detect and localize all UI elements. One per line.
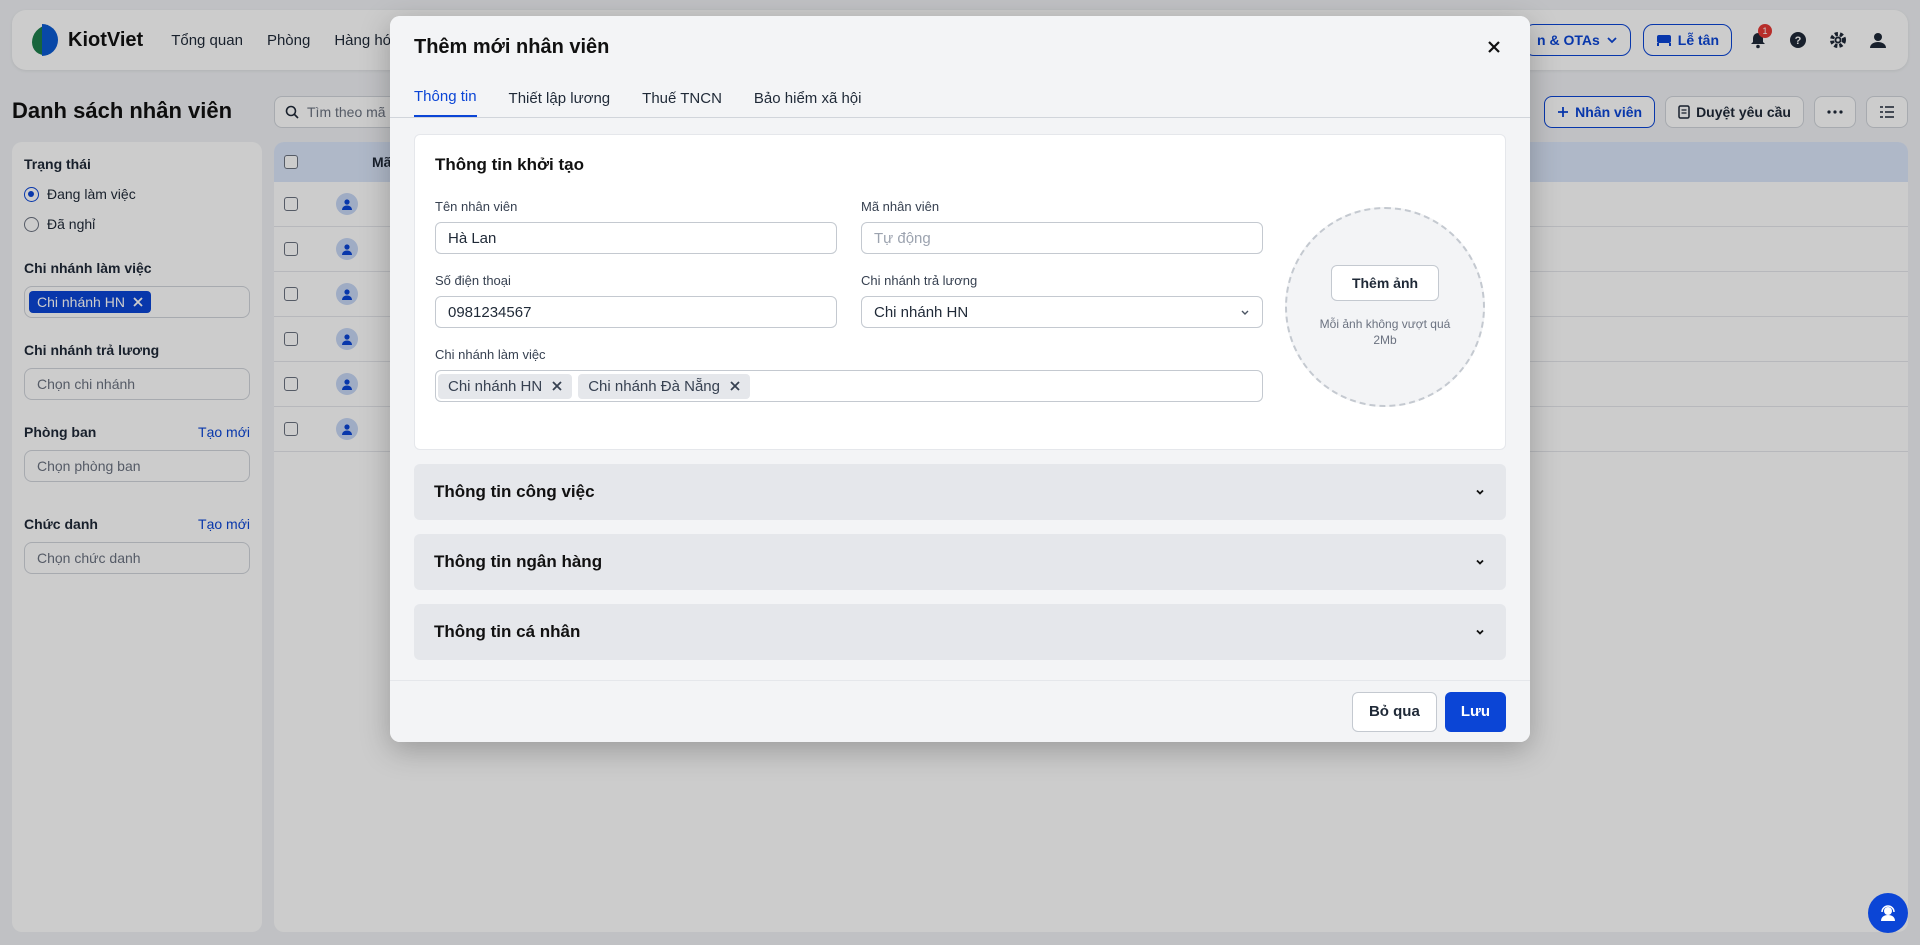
employee-name-input[interactable]: Hà Lan <box>435 222 837 254</box>
tab-salary-setup[interactable]: Thiết lập lương <box>509 90 611 117</box>
pay-branch-field: Chi nhánh trả lương Chi nhánh HN <box>861 273 1263 328</box>
modal-header: Thêm mới nhân viên <box>390 16 1530 78</box>
chevron-down-icon <box>1476 629 1484 635</box>
initial-info-card: Thông tin khởi tạo Tên nhân viên Hà Lan … <box>414 134 1506 450</box>
employee-name-label: Tên nhân viên <box>435 199 518 214</box>
tab-social-insurance[interactable]: Bảo hiểm xã hội <box>754 90 862 117</box>
work-branch-chip[interactable]: Chi nhánh HN <box>438 373 573 399</box>
close-icon <box>1488 41 1500 53</box>
remove-chip-icon[interactable] <box>730 381 740 391</box>
employee-name-value: Hà Lan <box>448 229 497 247</box>
support-chat-button[interactable] <box>1868 893 1908 933</box>
close-modal-button[interactable] <box>1482 35 1506 59</box>
chevron-down-icon <box>1241 310 1249 315</box>
work-branch-label: Chi nhánh làm việc <box>435 347 546 362</box>
add-photo-button[interactable]: Thêm ảnh <box>1330 265 1440 302</box>
modal-body: Thông tin khởi tạo Tên nhân viên Hà Lan … <box>390 118 1530 676</box>
add-employee-modal: Thêm mới nhân viên Thông tin Thiết lập l… <box>390 16 1530 742</box>
modal-tabs: Thông tin Thiết lập lương Thuế TNCN Bảo … <box>390 78 1530 118</box>
cancel-button[interactable]: Bỏ qua <box>1351 691 1437 732</box>
phone-label: Số điện thoại <box>435 273 511 288</box>
work-branch-chip-label: Chi nhánh HN <box>448 377 543 395</box>
employee-name-field: Tên nhân viên Hà Lan <box>435 199 837 254</box>
work-branch-chip-label: Chi nhánh Đà Nẵng <box>588 377 720 395</box>
pay-branch-select[interactable]: Chi nhánh HN <box>861 296 1263 328</box>
section-title: Thông tin khởi tạo <box>435 155 585 174</box>
phone-field: Số điện thoại 0981234567 <box>435 273 837 328</box>
accordion-personal-info[interactable]: Thông tin cá nhân <box>414 604 1506 660</box>
accordion-job-info-title: Thông tin công việc <box>434 482 595 501</box>
chevron-down-icon <box>1476 559 1484 565</box>
pay-branch-value: Chi nhánh HN <box>874 303 969 321</box>
employee-code-input[interactable]: Tự động <box>861 222 1263 254</box>
chevron-down-icon <box>1476 489 1484 495</box>
accordion-bank-info-title: Thông tin ngân hàng <box>434 552 603 571</box>
save-button[interactable]: Lưu <box>1444 691 1506 732</box>
remove-chip-icon[interactable] <box>552 381 562 391</box>
work-branch-multiselect[interactable]: Chi nhánh HN Chi nhánh Đà Nẵng <box>435 370 1263 402</box>
employee-code-label: Mã nhân viên <box>861 199 940 214</box>
phone-input[interactable]: 0981234567 <box>435 296 837 328</box>
accordion-bank-info[interactable]: Thông tin ngân hàng <box>414 534 1506 590</box>
work-branch-chip[interactable]: Chi nhánh Đà Nẵng <box>578 373 750 399</box>
employee-code-placeholder: Tự động <box>874 229 931 247</box>
photo-size-note: Mỗi ảnh không vượt quá 2Mb <box>1319 317 1451 347</box>
pay-branch-label: Chi nhánh trả lương <box>861 273 978 288</box>
employee-code-field: Mã nhân viên Tự động <box>861 199 1263 254</box>
accordion-personal-info-title: Thông tin cá nhân <box>434 622 581 641</box>
modal-title: Thêm mới nhân viên <box>414 35 610 58</box>
work-branch-field: Chi nhánh làm việc Chi nhánh HN Chi nhán… <box>435 347 1263 402</box>
phone-value: 0981234567 <box>448 303 532 321</box>
tab-personal-income-tax[interactable]: Thuế TNCN <box>642 90 722 117</box>
modal-footer: Bỏ qua Lưu <box>390 680 1530 742</box>
photo-upload-area[interactable]: Thêm ảnh Mỗi ảnh không vượt quá 2Mb <box>1285 207 1485 407</box>
accordion-job-info[interactable]: Thông tin công việc <box>414 464 1506 520</box>
support-agent-icon <box>1881 905 1895 921</box>
tab-info[interactable]: Thông tin <box>414 88 477 117</box>
